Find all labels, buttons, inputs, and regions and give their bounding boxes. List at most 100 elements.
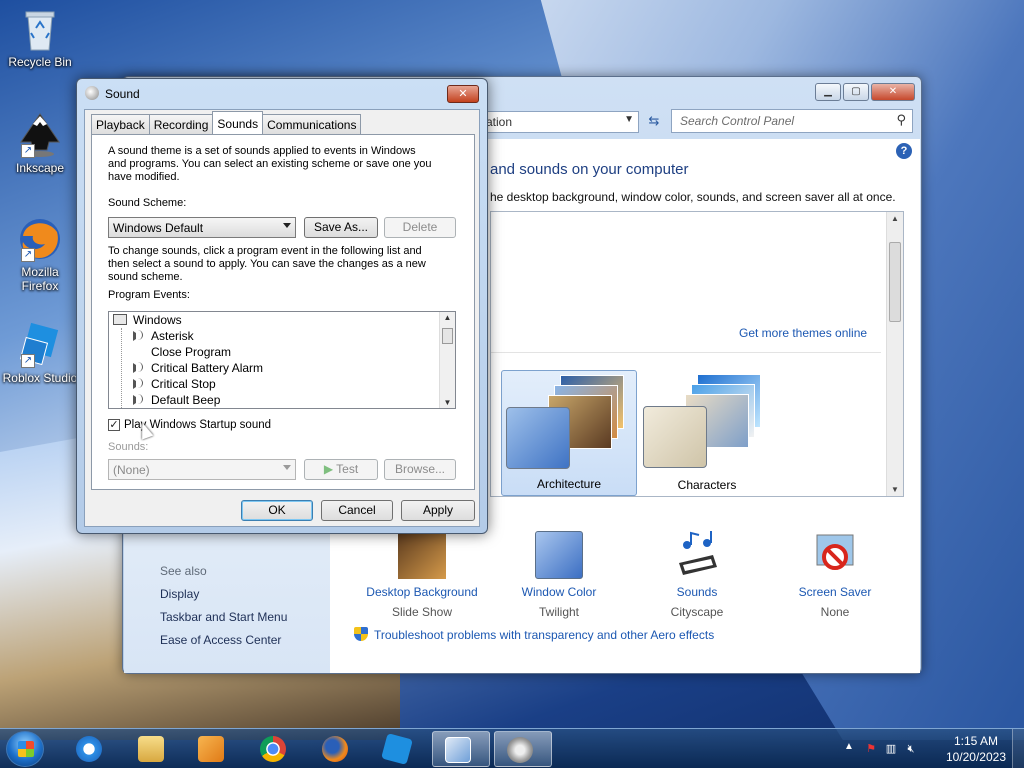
scroll-up-icon[interactable]: ▲ [887, 214, 903, 223]
taskbar-control-panel[interactable] [432, 731, 490, 767]
see-also-ease-of-access-link[interactable]: Ease of Access Center [160, 633, 281, 647]
speaker-icon [133, 330, 143, 341]
program-events-list[interactable]: Windows Asterisk Close Program Critical … [108, 311, 456, 409]
ok-button[interactable]: OK [241, 500, 313, 521]
tile-window-color[interactable]: Window Color Twilight [499, 531, 619, 619]
search-input[interactable]: Search Control Panel ⚲ [671, 109, 913, 133]
address-bar[interactable]: ation ▼ [479, 111, 639, 133]
troubleshoot-link[interactable]: Troubleshoot problems with transparency … [354, 627, 714, 642]
see-also-display-link[interactable]: Display [160, 587, 199, 601]
save-as-button[interactable]: Save As... [304, 217, 378, 238]
tile-title[interactable]: Sounds [637, 585, 757, 599]
test-button-label: Test [336, 462, 359, 476]
close-button[interactable]: ✕ [871, 83, 915, 101]
tile-screen-saver[interactable]: Screen Saver None [775, 531, 895, 619]
sound-file-value: (None) [113, 463, 150, 477]
refresh-icon[interactable]: ⇆ [643, 111, 665, 133]
scroll-thumb[interactable] [889, 242, 901, 322]
event-label: Asterisk [151, 329, 194, 343]
tree-connector [121, 328, 122, 408]
taskbar-media-player[interactable] [186, 731, 236, 767]
theme-divider [491, 352, 881, 353]
delete-button[interactable]: Delete [384, 217, 456, 238]
change-text-line: then select a sound to apply. You can sa… [108, 258, 426, 270]
cancel-button[interactable]: Cancel [321, 500, 393, 521]
taskbar-internet-explorer[interactable] [64, 731, 114, 767]
tree-root-windows[interactable]: Windows [113, 312, 182, 328]
tile-desktop-background[interactable]: Desktop Background Slide Show [362, 531, 482, 619]
desktop-icon-inkscape[interactable]: ↗ Inkscape [2, 112, 78, 175]
folder-icon [138, 736, 164, 762]
action-center-flag-icon[interactable]: ⚑ [864, 742, 878, 756]
tab-communications[interactable]: Communications [262, 114, 362, 134]
list-item[interactable]: Close Program [133, 344, 231, 360]
scroll-down-icon[interactable]: ▼ [440, 398, 455, 407]
desktop-icon-label: Mozilla Firefox [21, 265, 59, 293]
close-button[interactable]: ✕ [447, 85, 479, 103]
list-item[interactable]: Default Beep [133, 392, 220, 408]
sound-dialog[interactable]: Sound ✕ Playback Recording Sounds Commun… [76, 78, 488, 534]
chevron-down-icon [283, 465, 291, 470]
sound-file-select[interactable]: (None) [108, 459, 296, 480]
clock[interactable]: 1:15 AM 10/20/2023 [946, 733, 1006, 765]
scroll-up-icon[interactable]: ▲ [440, 313, 455, 322]
theme-architecture[interactable]: Architecture [501, 370, 637, 496]
sound-scheme-select[interactable]: Windows Default [108, 217, 296, 238]
taskbar-sound[interactable] [494, 731, 552, 767]
theme-list[interactable]: Get more themes online Architecture Char… [490, 211, 904, 497]
tile-sounds[interactable]: Sounds Cityscape [637, 531, 757, 619]
intro-text-line: A sound theme is a set of sounds applied… [108, 145, 416, 157]
test-button[interactable]: ▶ Test [304, 459, 378, 480]
play-icon: ▶ [323, 462, 337, 476]
desktop-icon-roblox-studio[interactable]: ↗ Roblox Studio [2, 322, 78, 385]
get-more-themes-link[interactable]: Get more themes online [739, 326, 867, 340]
tab-sounds[interactable]: Sounds [212, 111, 264, 134]
volume-muted-icon[interactable]: 🔇︎ [904, 742, 918, 756]
browse-button[interactable]: Browse... [384, 459, 456, 480]
taskbar-chrome[interactable] [248, 731, 298, 767]
see-also-taskbar-link[interactable]: Taskbar and Start Menu [160, 610, 287, 624]
inkscape-icon: ↗ [17, 112, 63, 158]
speaker-icon [133, 378, 143, 389]
scroll-thumb[interactable] [442, 328, 453, 344]
troubleshoot-link-label[interactable]: Troubleshoot problems with transparency … [374, 628, 714, 642]
help-icon[interactable]: ? [896, 143, 912, 159]
startup-sound-checkbox[interactable]: ✓ [108, 419, 120, 431]
tile-title[interactable]: Window Color [499, 585, 619, 599]
window-caption-buttons: ▁ ▢ ✕ [815, 83, 915, 101]
list-item[interactable]: Asterisk [133, 328, 194, 344]
address-dropdown-icon[interactable]: ▼ [624, 114, 634, 125]
maximize-button[interactable]: ▢ [843, 83, 869, 101]
sound-scheme-label: Sound Scheme: [108, 197, 187, 209]
dialog-title: Sound [105, 87, 140, 101]
tile-title[interactable]: Screen Saver [775, 585, 895, 599]
tile-title[interactable]: Desktop Background [362, 585, 482, 599]
tab-playback[interactable]: Playback [91, 114, 150, 134]
list-item[interactable]: Critical Battery Alarm [133, 360, 263, 376]
theme-color-swatch [643, 406, 707, 468]
taskbar-file-explorer[interactable] [126, 731, 176, 767]
minimize-button[interactable]: ▁ [815, 83, 841, 101]
firefox-icon: ↗ [17, 216, 63, 262]
start-button[interactable] [6, 731, 44, 767]
apply-button[interactable]: Apply [401, 500, 475, 521]
network-icon[interactable]: ▥ [884, 742, 898, 756]
firefox-icon [322, 736, 348, 762]
events-scrollbar[interactable]: ▲ ▼ [439, 312, 455, 408]
show-desktop-button[interactable] [1012, 729, 1024, 768]
tab-recording[interactable]: Recording [148, 114, 214, 134]
theme-list-scrollbar[interactable]: ▲ ▼ [886, 212, 903, 496]
list-item[interactable]: Critical Stop [133, 376, 216, 392]
theme-characters[interactable]: Characters [639, 370, 775, 496]
desktop-icon-recycle-bin[interactable]: Recycle Bin [2, 6, 78, 69]
desktop-icon-firefox[interactable]: ↗ Mozilla Firefox [2, 216, 78, 293]
taskbar-roblox-studio[interactable] [372, 731, 422, 767]
recycle-bin-icon [17, 6, 63, 52]
show-hidden-icons-icon[interactable]: ▲ [844, 741, 854, 752]
event-label: Close Program [151, 345, 232, 359]
scroll-down-icon[interactable]: ▼ [887, 485, 903, 494]
search-icon[interactable]: ⚲ [896, 112, 906, 128]
taskbar-firefox[interactable] [310, 731, 360, 767]
chevron-down-icon [283, 223, 291, 228]
tile-value: None [820, 605, 850, 619]
